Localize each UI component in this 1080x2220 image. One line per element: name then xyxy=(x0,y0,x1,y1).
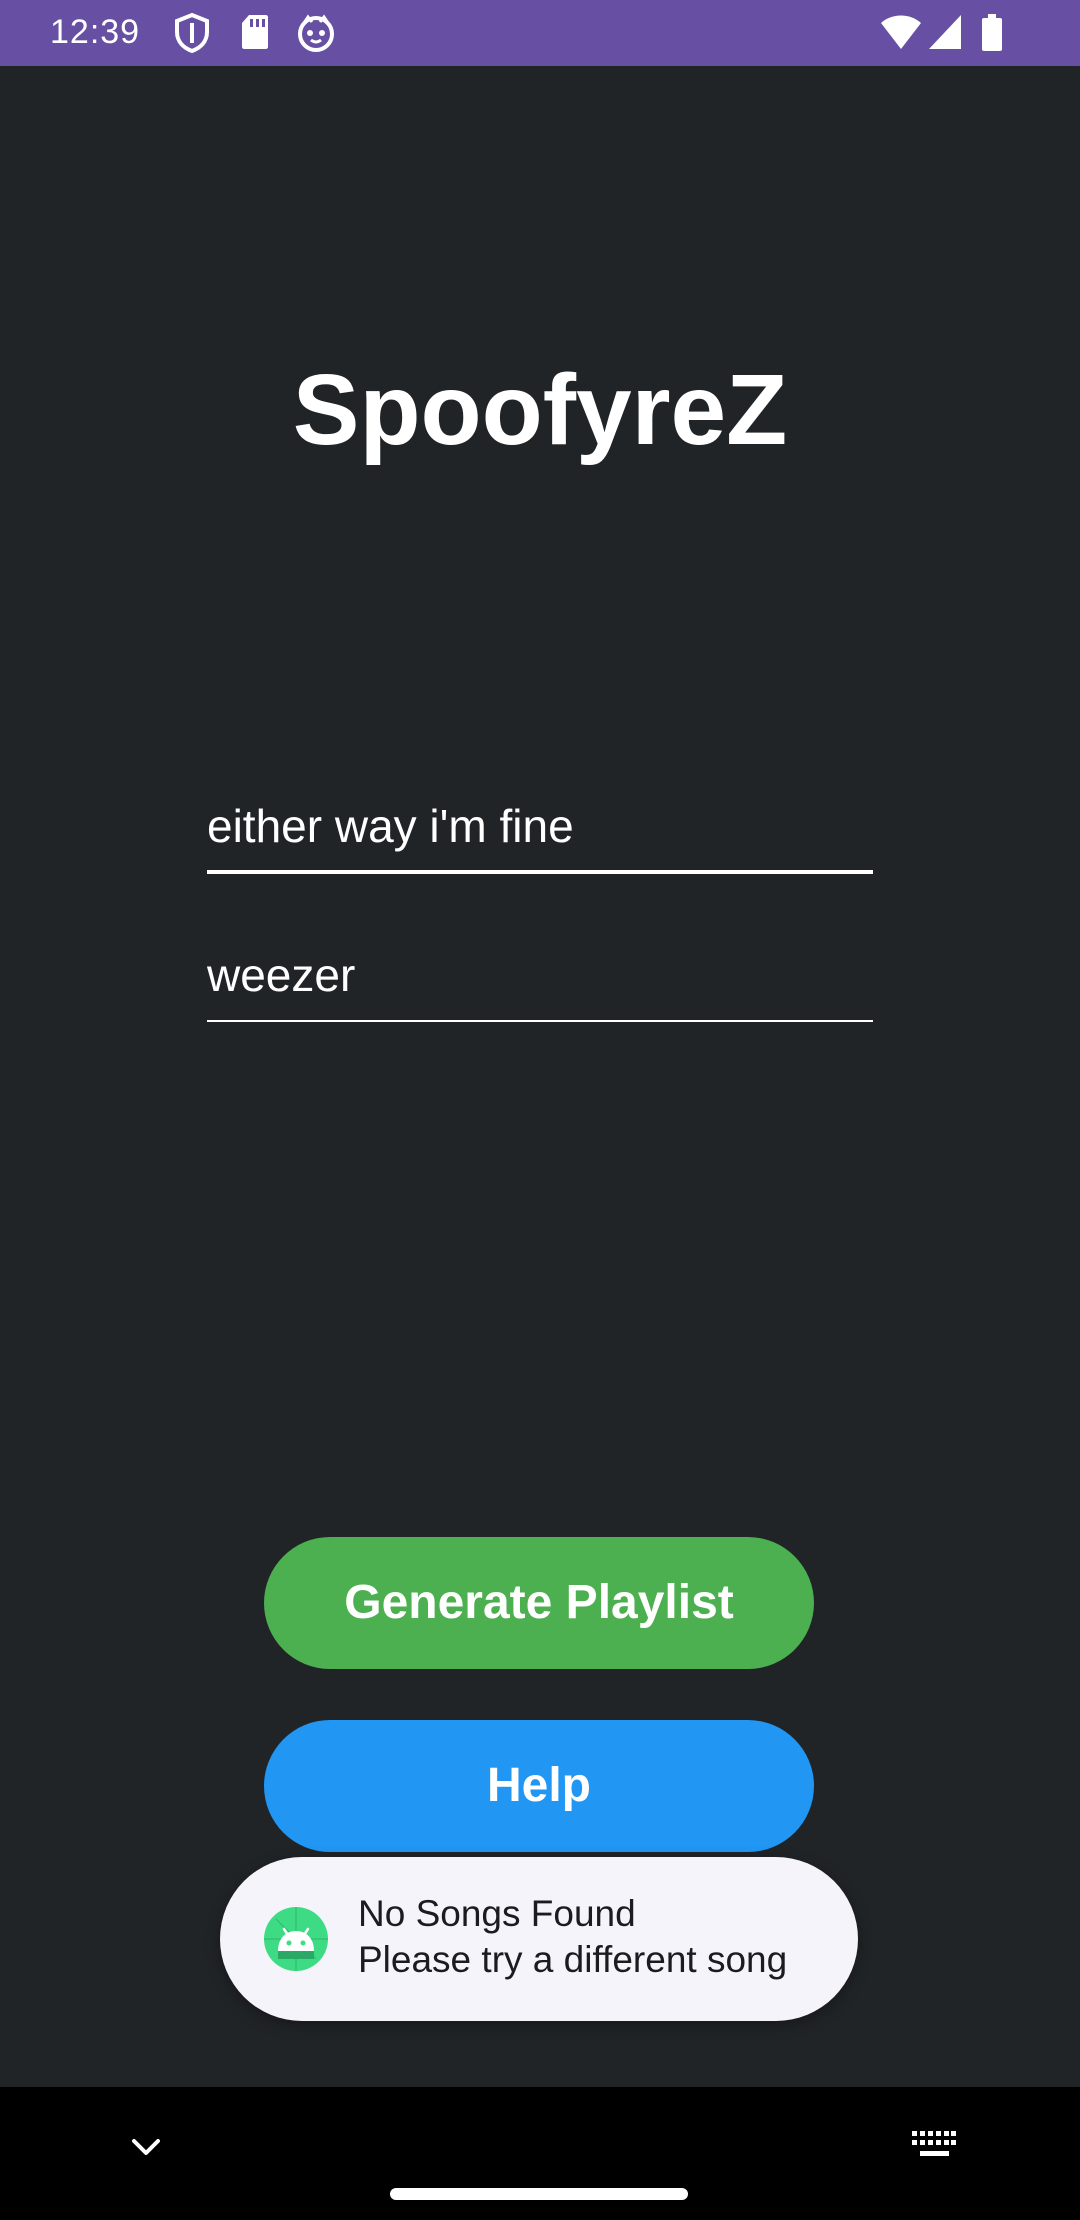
status-bar: 12:39 xyxy=(0,0,1080,66)
wifi-icon xyxy=(880,13,922,51)
keyboard-icon[interactable] xyxy=(912,2131,956,2159)
shield-icon xyxy=(174,13,210,53)
generate-playlist-button[interactable]: Generate Playlist xyxy=(264,1537,814,1669)
navigation-bar xyxy=(0,2087,1080,2220)
sd-card-icon xyxy=(240,13,270,51)
toast-title: No Songs Found xyxy=(358,1893,636,1934)
cellular-signal-icon xyxy=(928,13,962,51)
android-icon xyxy=(264,1907,328,1971)
chevron-down-icon[interactable] xyxy=(126,2127,166,2167)
app-screen: 12:39 SpoofyreZ either way i'm fine weez… xyxy=(0,0,1080,2220)
home-handle[interactable] xyxy=(390,2188,688,2200)
help-button[interactable]: Help xyxy=(264,1720,814,1852)
song-field[interactable] xyxy=(207,786,873,874)
toast-message: No Songs Found Please try a different so… xyxy=(220,1857,858,2021)
toast-subtitle: Please try a different song xyxy=(358,1939,788,1980)
battery-icon xyxy=(980,13,1004,53)
artist-field[interactable] xyxy=(207,935,873,1022)
artist-input[interactable] xyxy=(207,935,873,1015)
artist-input-underline xyxy=(207,1020,873,1022)
song-input-underline xyxy=(207,870,873,874)
song-input[interactable] xyxy=(207,786,873,866)
cat-face-icon xyxy=(296,13,336,53)
status-time: 12:39 xyxy=(50,13,141,51)
app-title: SpoofyreZ xyxy=(292,354,788,466)
